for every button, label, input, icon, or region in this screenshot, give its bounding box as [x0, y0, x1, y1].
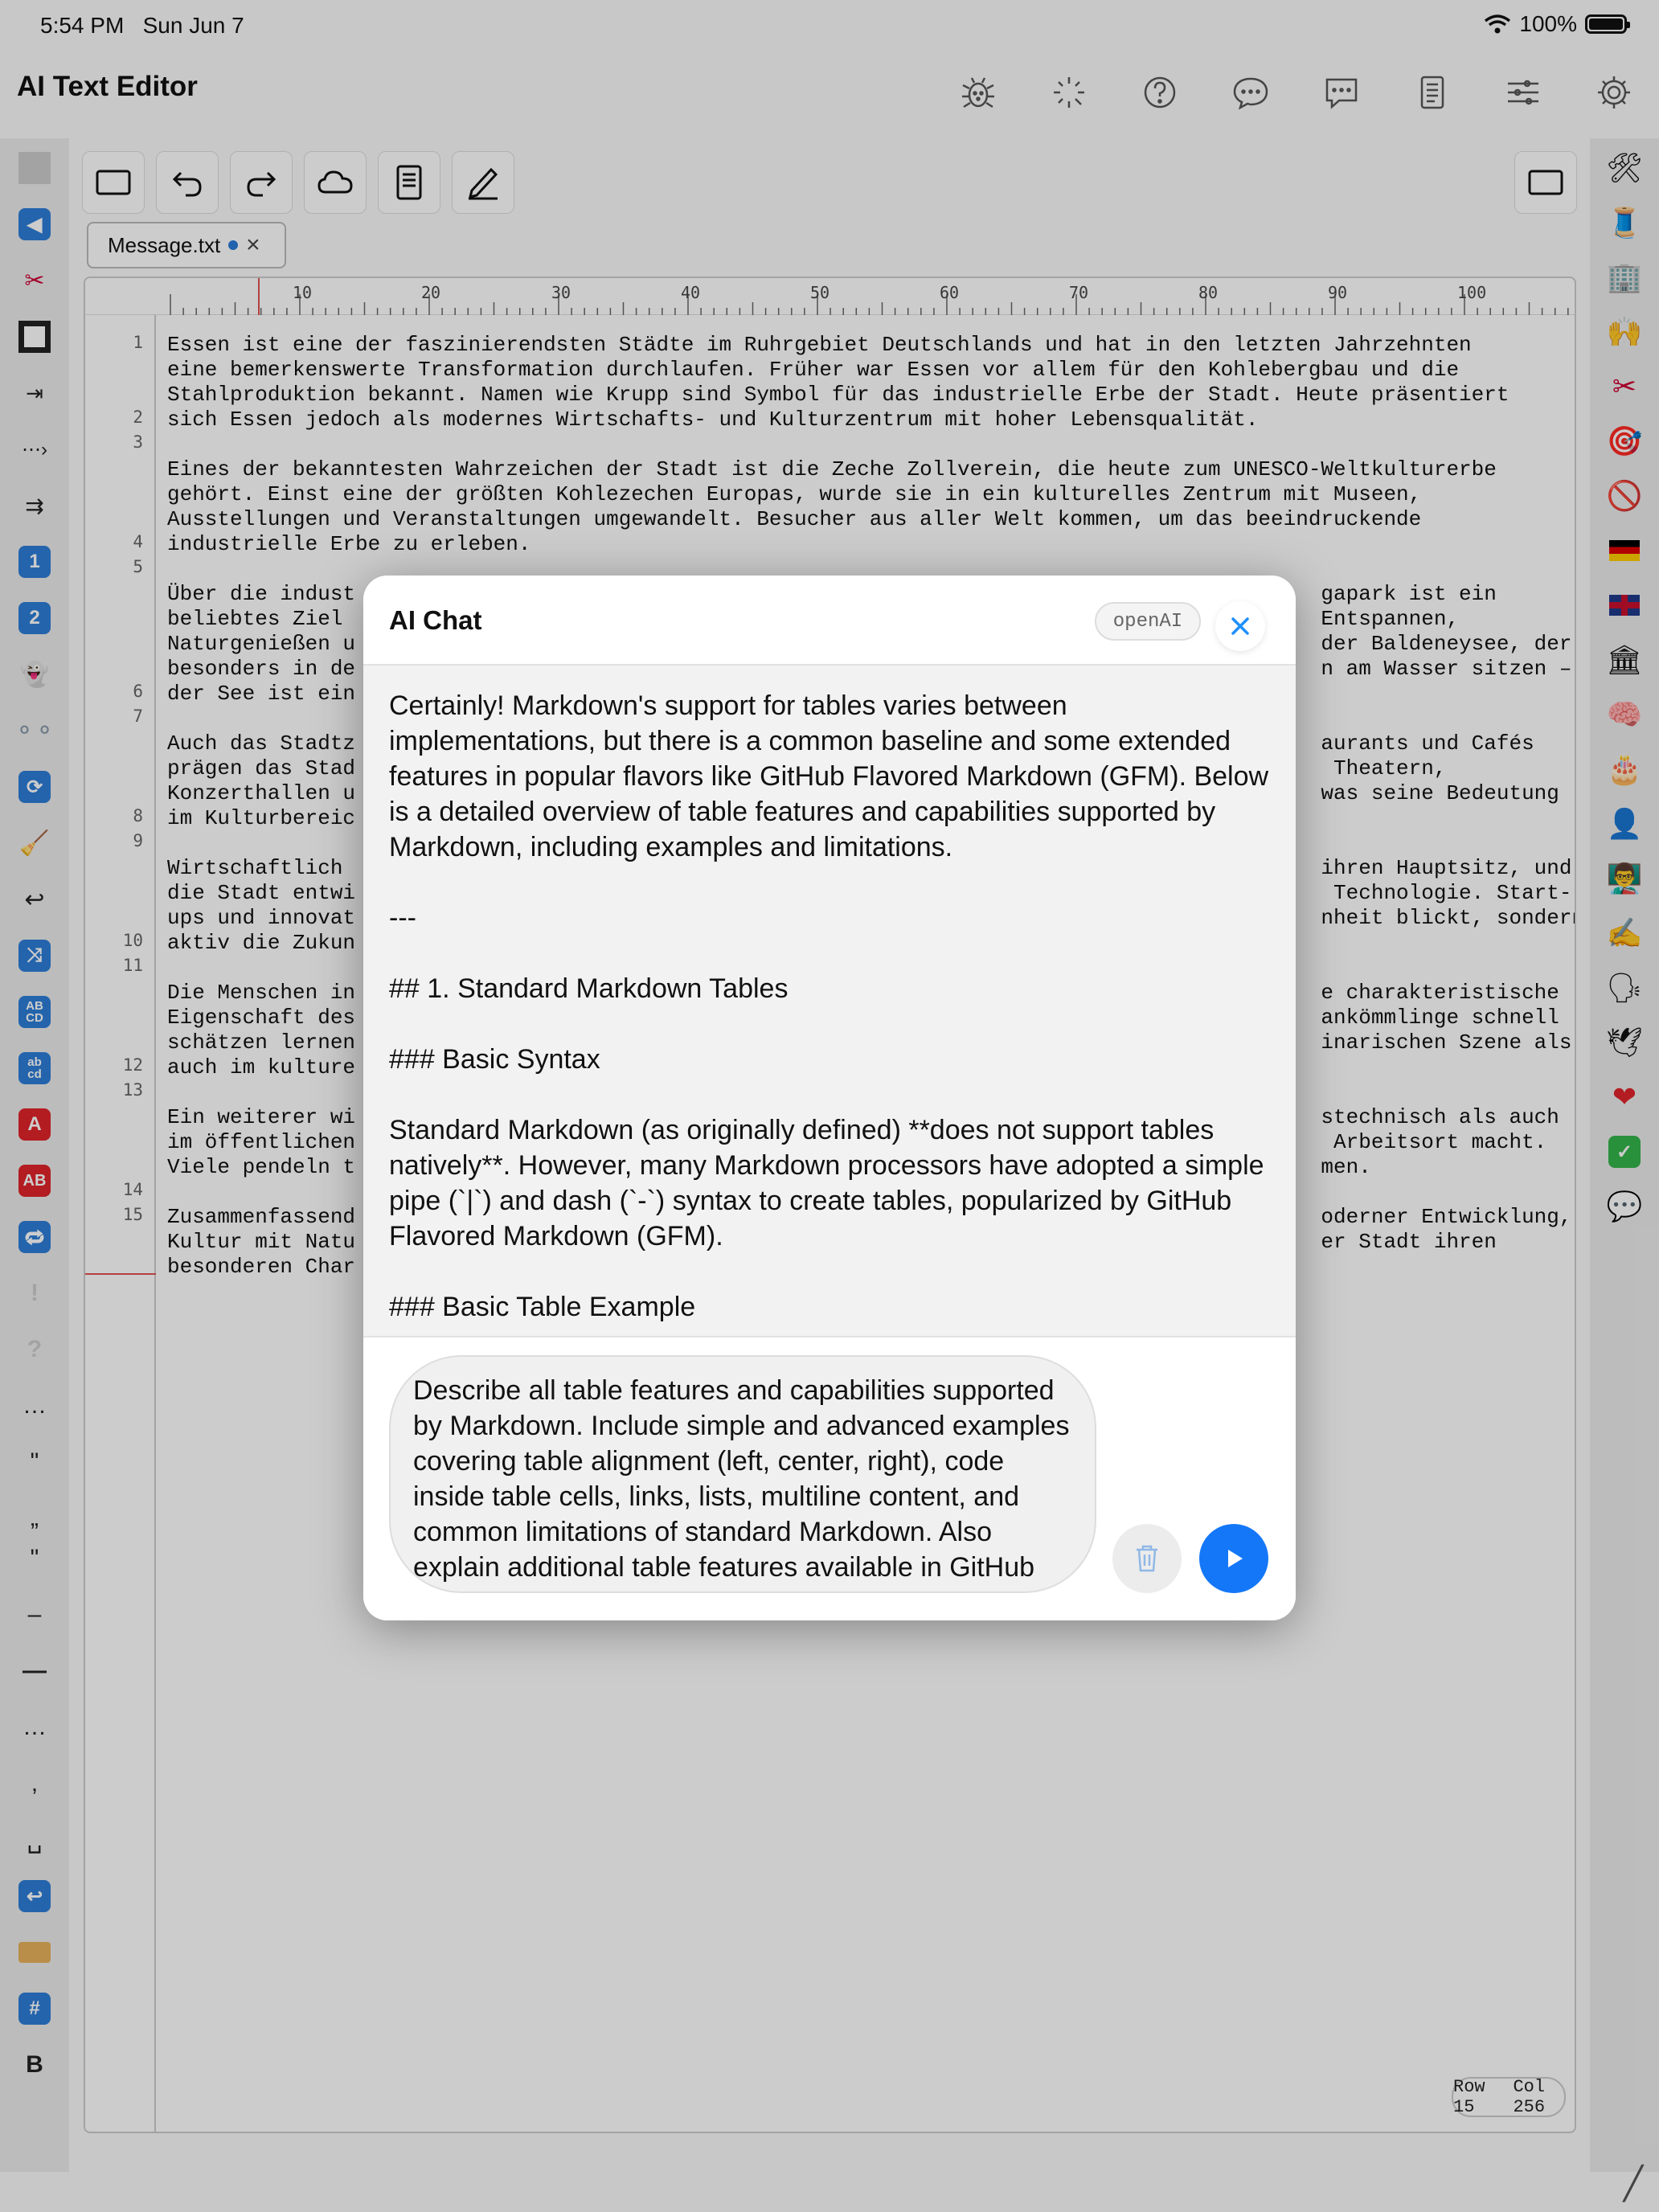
response-paragraph: ### Basic Syntax	[389, 1044, 600, 1075]
play-icon	[1228, 1550, 1243, 1567]
response-paragraph: Certainly! Markdown's support for tables…	[389, 690, 1276, 862]
response-paragraph: Standard Markdown (as originally defined…	[389, 1115, 1272, 1251]
provider-badge[interactable]: openAI	[1095, 602, 1201, 641]
close-button[interactable]	[1215, 601, 1265, 651]
chat-input-area: Describe all table features and capabili…	[363, 1336, 1296, 1620]
ai-chat-dialog: AI Chat openAI Certainly! Markdown's sup…	[363, 576, 1296, 1620]
chat-response: Certainly! Markdown's support for tables…	[389, 688, 1273, 1325]
chat-header: AI Chat openAI	[363, 576, 1296, 666]
close-icon	[1231, 617, 1249, 635]
send-button[interactable]	[1199, 1524, 1268, 1593]
prompt-input[interactable]: Describe all table features and capabili…	[389, 1355, 1096, 1593]
response-paragraph: ---	[389, 903, 416, 933]
response-paragraph: ## 1. Standard Markdown Tables	[389, 973, 789, 1004]
chat-title: AI Chat	[389, 605, 482, 635]
response-paragraph: ### Basic Table Example	[389, 1292, 696, 1322]
trash-icon	[1137, 1545, 1157, 1572]
clear-button[interactable]	[1112, 1524, 1182, 1593]
